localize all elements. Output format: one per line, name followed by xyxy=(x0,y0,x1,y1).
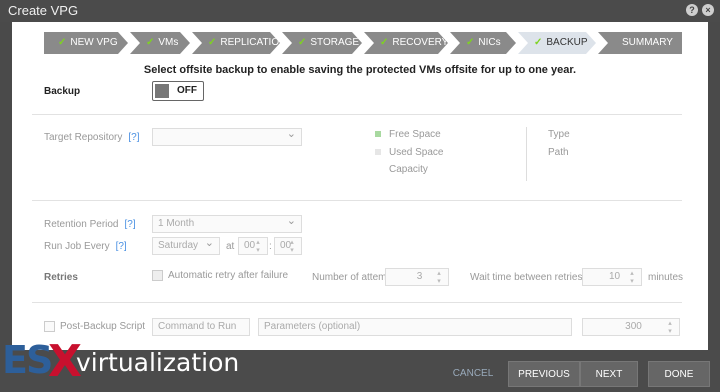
timeout-stepper[interactable]: 300 xyxy=(582,318,680,336)
check-icon: ✓ xyxy=(208,37,217,48)
parameters-input[interactable]: Parameters (optional) xyxy=(258,318,572,336)
close-icon[interactable]: × xyxy=(702,4,714,16)
check-icon: ✓ xyxy=(298,37,307,48)
step-label: STORAGE xyxy=(310,37,360,48)
target-repository-text: Target Repository xyxy=(44,132,123,143)
watermark-url: www.vladan.fr xyxy=(116,338,184,349)
repository-help-link[interactable]: [?] xyxy=(128,132,139,143)
check-icon: ✓ xyxy=(466,37,475,48)
target-repository-label: Target Repository [?] xyxy=(44,132,140,143)
post-backup-label: Post-Backup Script xyxy=(60,321,146,332)
run-job-day-select[interactable]: Saturday xyxy=(152,235,220,255)
hour-stepper[interactable]: 00 xyxy=(238,237,268,255)
page-subtitle: Select offsite backup to enable saving t… xyxy=(143,64,577,76)
check-icon: ✓ xyxy=(146,37,155,48)
done-button[interactable]: DONE xyxy=(648,361,710,387)
esx-virtualization-watermark: ES X virtualization www.vladan.fr xyxy=(2,336,242,392)
at-label: at xyxy=(226,241,235,252)
post-backup-checkbox[interactable] xyxy=(44,321,55,332)
cancel-button[interactable]: CANCEL xyxy=(444,361,502,387)
type-label: Type xyxy=(548,129,570,140)
check-icon: ✓ xyxy=(534,37,543,48)
time-separator: : xyxy=(269,241,272,252)
used-space-swatch xyxy=(375,149,381,155)
check-icon: ✓ xyxy=(58,37,67,48)
step-label: NEW VPG xyxy=(70,37,118,48)
step-summary[interactable]: SUMMARY xyxy=(598,32,682,54)
window-title: Create VPG xyxy=(8,3,79,18)
step-label: NICs xyxy=(478,37,501,48)
retries-label: Retries xyxy=(44,272,78,283)
watermark-name: virtualization xyxy=(76,348,240,377)
watermark-es: ES xyxy=(2,338,53,382)
command-input[interactable]: Command to Run xyxy=(152,318,250,336)
backup-label: Backup xyxy=(44,86,81,97)
divider xyxy=(32,200,682,201)
step-backup[interactable]: ✓ BACKUP xyxy=(518,32,596,54)
step-nics[interactable]: ✓ NICs xyxy=(450,32,516,54)
auto-retry-checkbox[interactable] xyxy=(152,270,163,281)
toggle-knob xyxy=(155,84,169,98)
attempts-stepper[interactable]: 3 xyxy=(385,268,449,286)
title-bar: Create VPG ? × xyxy=(0,0,720,22)
backup-toggle[interactable]: OFF xyxy=(152,81,204,101)
next-button[interactable]: NEXT xyxy=(580,361,638,387)
retention-period-select[interactable]: 1 Month xyxy=(152,213,302,233)
step-replication[interactable]: ✓ REPLICATION xyxy=(192,32,280,54)
free-space-swatch xyxy=(375,131,381,137)
path-label: Path xyxy=(548,147,569,158)
step-label: SUMMARY xyxy=(622,37,673,48)
step-label: REPLICATION xyxy=(220,37,287,48)
wizard-steps: ✓ NEW VPG ✓ VMs ✓ REPLICATION ✓ STORAGE ✓ REC… xyxy=(44,32,684,54)
wait-time-label: Wait time between retries: xyxy=(470,272,586,283)
run-job-every-label: Run Job Every [?] xyxy=(44,241,127,252)
divider xyxy=(32,302,682,303)
step-label: RECOVERY xyxy=(392,37,449,48)
target-repository-select[interactable] xyxy=(152,126,302,146)
previous-button[interactable]: PREVIOUS xyxy=(508,361,580,387)
check-icon: ✓ xyxy=(380,37,389,48)
step-storage[interactable]: ✓ STORAGE xyxy=(282,32,362,54)
retention-help-link[interactable]: [?] xyxy=(125,219,136,230)
wait-unit-label: minutes xyxy=(648,272,684,283)
free-space-label: Free Space xyxy=(389,129,441,140)
vertical-divider xyxy=(526,127,527,181)
used-space-label: Used Space xyxy=(389,147,444,158)
auto-retry-label: Automatic retry after failure xyxy=(168,270,289,281)
divider xyxy=(32,114,682,115)
step-label: VMs xyxy=(158,37,179,48)
retention-period-label: Retention Period [?] xyxy=(44,219,136,230)
run-job-text: Run Job Every xyxy=(44,241,110,252)
step-new-vpg[interactable]: ✓ NEW VPG xyxy=(44,32,128,54)
step-label: BACKUP xyxy=(546,37,588,48)
wizard-panel: ✓ NEW VPG ✓ VMs ✓ REPLICATION ✓ STORAGE ✓ REC… xyxy=(12,22,708,350)
wait-time-stepper[interactable]: 10 xyxy=(582,268,642,286)
help-icon[interactable]: ? xyxy=(686,4,698,16)
toggle-state: OFF xyxy=(177,85,197,96)
retention-text: Retention Period xyxy=(44,219,119,230)
step-recovery[interactable]: ✓ RECOVERY xyxy=(364,32,448,54)
run-job-help-link[interactable]: [?] xyxy=(116,241,127,252)
capacity-label: Capacity xyxy=(389,164,428,175)
minute-stepper[interactable]: 00 xyxy=(274,237,302,255)
step-vms[interactable]: ✓ VMs xyxy=(130,32,190,54)
